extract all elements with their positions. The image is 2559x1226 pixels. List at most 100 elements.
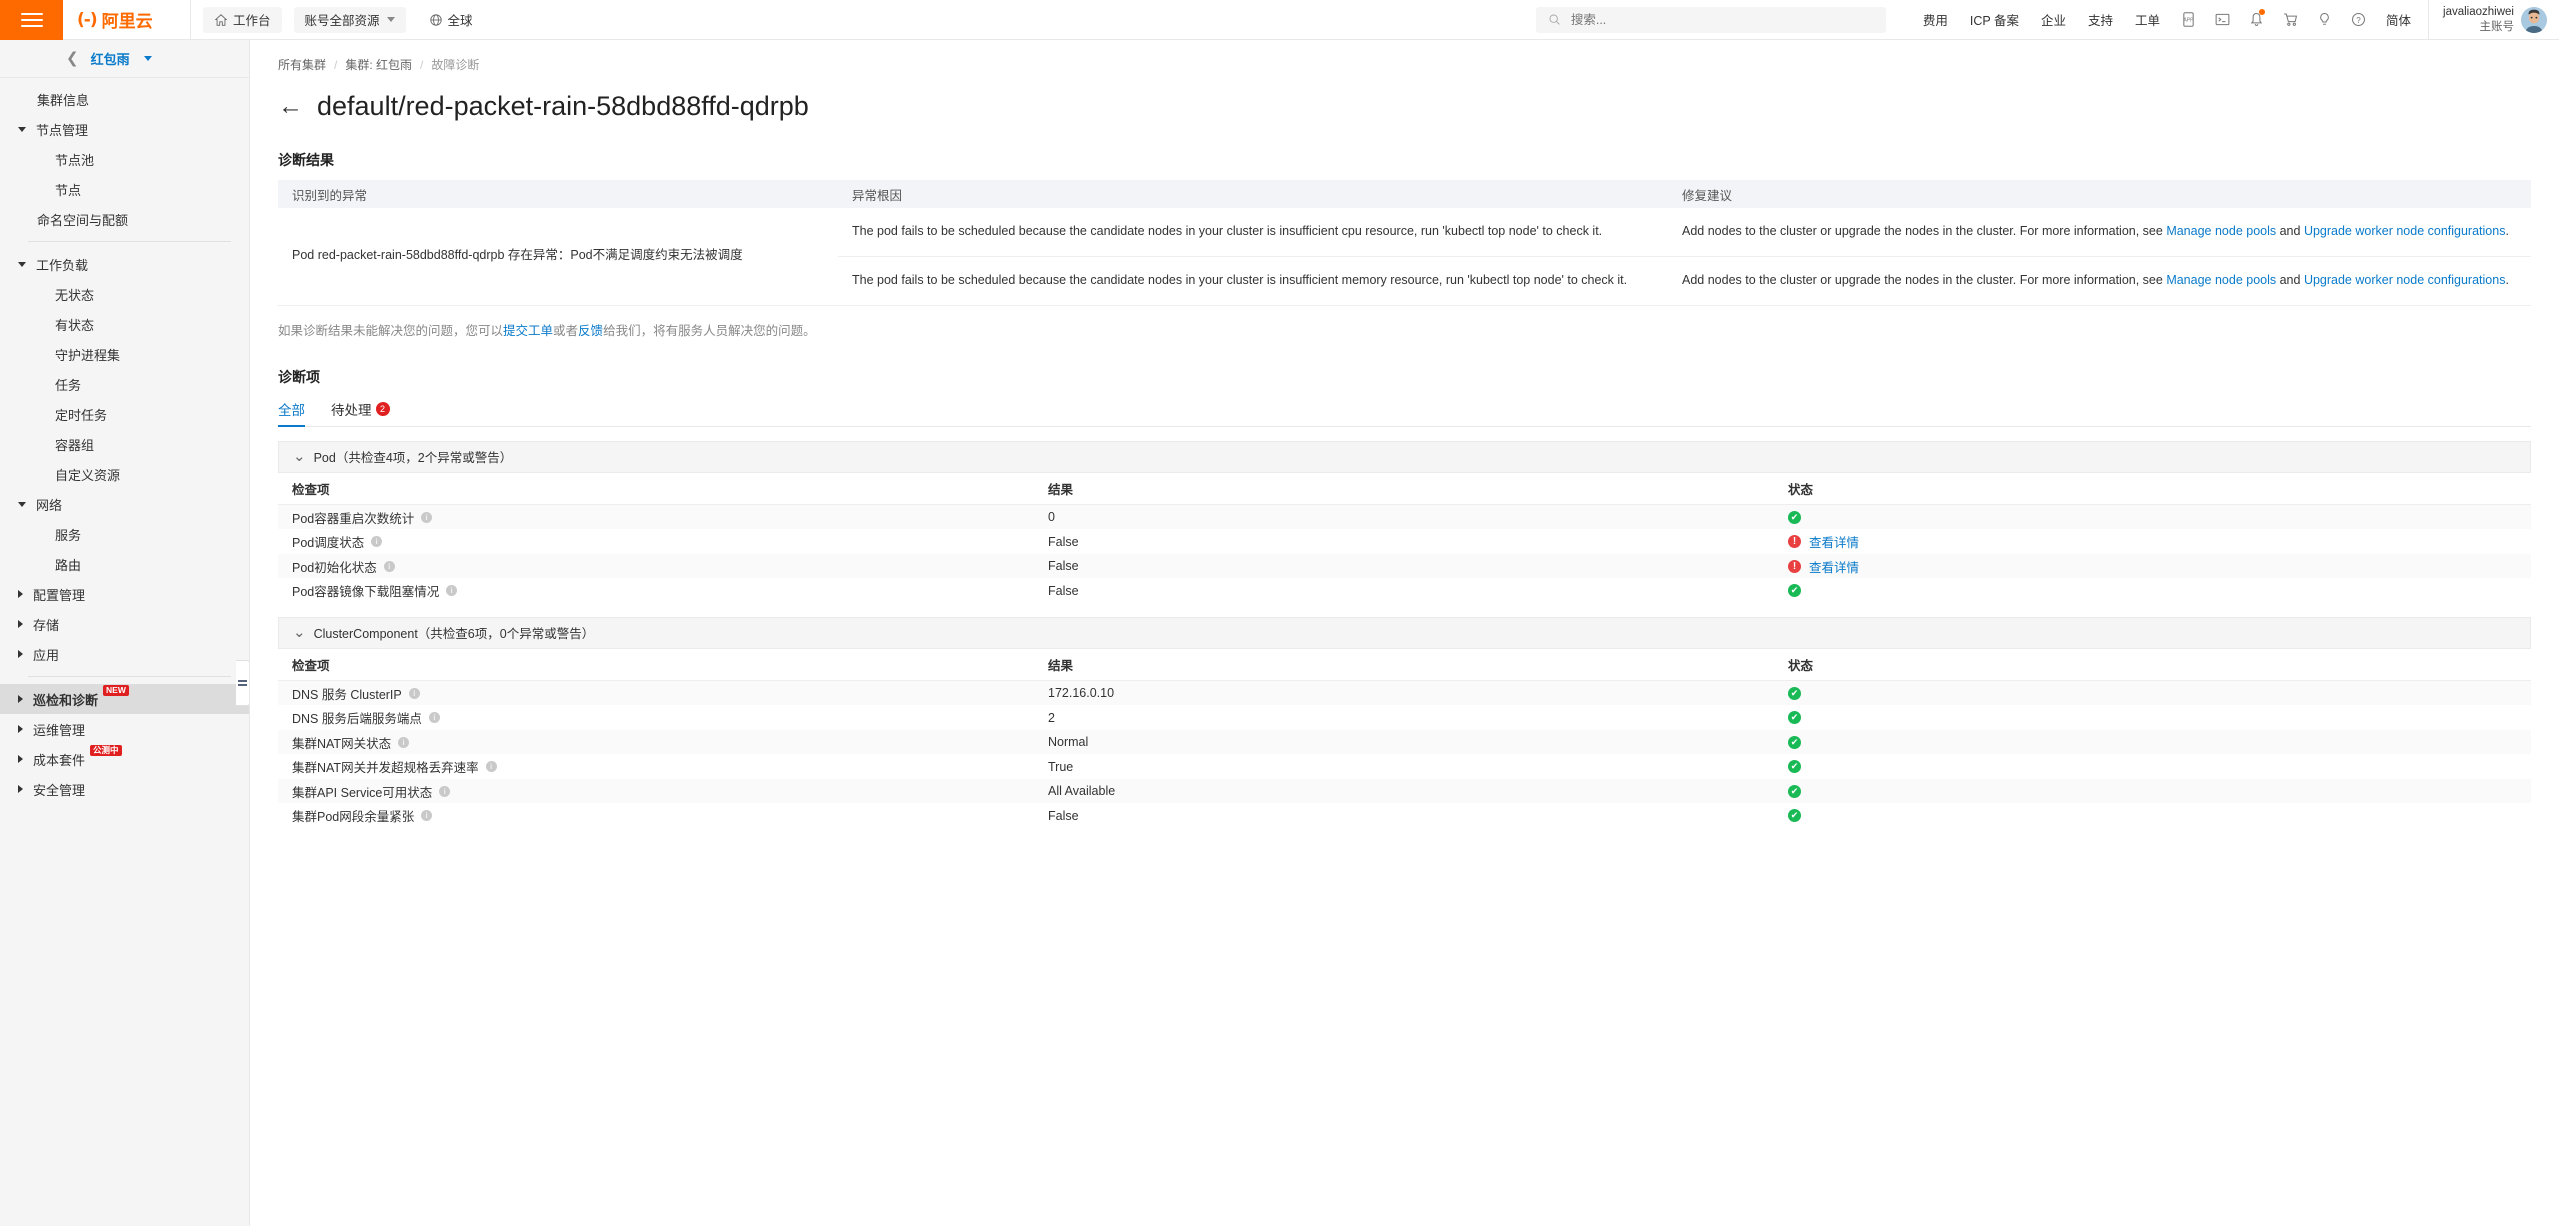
sidebar-item-21[interactable]: 巡检和诊断NEW <box>0 684 249 714</box>
sidebar-item-0[interactable]: 集群信息 <box>0 84 249 114</box>
sidebar-item-14[interactable]: 网络 <box>0 489 249 519</box>
manage-node-pools-link[interactable]: Manage node pools <box>2166 273 2276 287</box>
info-icon[interactable]: i <box>428 712 440 723</box>
header-link-icp[interactable]: ICP 备案 <box>1959 10 2030 29</box>
info-icon[interactable]: i <box>398 736 410 748</box>
accordion-header-0[interactable]: ⌄ Pod（共检查4项，2个异常或警告） <box>278 440 2531 473</box>
cluster-selector[interactable]: ❮ 红包雨 <box>0 40 249 78</box>
sidebar-item-tag: 公测中 <box>90 745 122 757</box>
sidebar-item-2[interactable]: 节点池 <box>0 144 249 174</box>
sidebar-item-9[interactable]: 守护进程集 <box>0 339 249 369</box>
info-icon[interactable]: i <box>371 536 383 547</box>
tab-0[interactable]: 全部 <box>278 399 305 427</box>
upgrade-worker-node-link[interactable]: Upgrade worker node configurations <box>2304 273 2506 287</box>
chevron-down-icon <box>18 261 26 267</box>
info-icon[interactable]: i <box>421 810 433 821</box>
accordion-header-1[interactable]: ⌄ ClusterComponent（共检查6项，0个异常或警告） <box>278 616 2531 649</box>
diagnosis-result-heading: 诊断结果 <box>278 152 334 168</box>
view-detail-link[interactable]: 查看详情 <box>1809 557 1859 576</box>
sidebar-item-17[interactable]: 配置管理 <box>0 579 249 609</box>
check-name-cell: DNS 服务 ClusterIP i <box>278 684 1048 703</box>
resource-scope-selector[interactable]: 账号全部资源 <box>293 6 406 33</box>
sidebar-item-label: 服务 <box>55 527 82 543</box>
info-icon[interactable]: i <box>446 585 458 596</box>
sidebar-item-8[interactable]: 有状态 <box>0 309 249 339</box>
sidebar-item-22[interactable]: 运维管理 <box>0 714 249 744</box>
cloudshell-button[interactable] <box>2205 0 2239 40</box>
language-selector[interactable]: 简体 <box>2375 10 2422 29</box>
global-search-box[interactable] <box>1535 6 1886 33</box>
sidebar-item-label: 集群信息 <box>37 92 90 108</box>
sidebar-item-3[interactable]: 节点 <box>0 174 249 204</box>
sidebar-item-7[interactable]: 无状态 <box>0 279 249 309</box>
submit-ticket-link[interactable]: 提交工单 <box>503 324 553 338</box>
cart-button[interactable] <box>2273 0 2307 40</box>
breadcrumb-item-0[interactable]: 所有集群 <box>278 56 326 73</box>
diagnosis-result-table-header: 识别到的异常 异常根因 修复建议 <box>278 180 2531 208</box>
header-link-support[interactable]: 支持 <box>2077 10 2124 29</box>
workbench-button[interactable]: 工作台 <box>203 6 282 33</box>
sidebar-item-1[interactable]: 节点管理 <box>0 114 249 144</box>
sidebar-item-11[interactable]: 定时任务 <box>0 399 249 429</box>
sidebar-item-12[interactable]: 容器组 <box>0 429 249 459</box>
back-arrow-icon[interactable]: ← <box>278 94 303 119</box>
info-icon[interactable]: i <box>439 785 451 797</box>
column-header-2: 状态 <box>1788 482 1814 497</box>
aliyun-logo[interactable]: (-) 阿里云 <box>63 0 191 40</box>
check-name: DNS 服务 ClusterIP <box>292 687 402 702</box>
header-link-ticket[interactable]: 工单 <box>2124 10 2171 29</box>
sidebar-item-19[interactable]: 应用 <box>0 639 249 669</box>
header-link-enterprise[interactable]: 企业 <box>2030 10 2077 29</box>
header-link-fee[interactable]: 费用 <box>1912 10 1959 29</box>
chevron-right-icon <box>18 650 23 658</box>
sidebar-item-24[interactable]: 安全管理 <box>0 774 249 804</box>
diagnosis-items-tabs: 全部 待处理 2 <box>278 397 2531 427</box>
sidebar-collapse-handle[interactable] <box>236 660 249 706</box>
status-error-icon: ! <box>1788 535 1801 548</box>
sidebar-item-13[interactable]: 自定义资源 <box>0 459 249 489</box>
check-name: Pod调度状态 <box>292 536 365 550</box>
breadcrumb-item-1[interactable]: 集群: 红包雨 <box>345 56 412 73</box>
status-ok-icon: ✔ <box>1788 711 1801 724</box>
tab-1[interactable]: 待处理 2 <box>331 399 390 426</box>
notifications-button[interactable] <box>2239 0 2273 40</box>
top-header-bar: (-) 阿里云 工作台 账号全部资源 全球 费用 ICP 备案 企业 支持 工单… <box>0 0 2559 40</box>
sidebar-item-label: 命名空间与配额 <box>37 212 129 228</box>
breadcrumb: 所有集群 / 集群: 红包雨 / 故障诊断 <box>250 40 2559 73</box>
sidebar-item-4[interactable]: 命名空间与配额 <box>0 204 249 234</box>
back-chevron-icon[interactable]: ❮ <box>66 51 79 66</box>
search-input[interactable] <box>1568 11 1874 28</box>
check-status-cell: ✔ <box>1788 584 2531 597</box>
sidebar-item-16[interactable]: 路由 <box>0 549 249 579</box>
info-icon[interactable]: i <box>383 560 395 572</box>
check-status-cell: ✔ <box>1788 760 2531 773</box>
table-row: Pod容器重启次数统计 i 0 ✔ <box>278 504 2531 530</box>
feedback-link[interactable]: 反馈 <box>578 324 603 338</box>
spacer-icon <box>18 99 27 100</box>
sidebar-item-23[interactable]: 成本套件公测中 <box>0 744 249 774</box>
cause-advice-rows: The pod fails to be scheduled because th… <box>838 208 2531 306</box>
sidebar-item-10[interactable]: 任务 <box>0 369 249 399</box>
check-name: DNS 服务后端服务端点 <box>292 712 422 726</box>
check-result-cell: False <box>1048 534 1079 549</box>
sidebar-item-6[interactable]: 工作负载 <box>0 249 249 279</box>
breadcrumb-separator: / <box>334 57 338 72</box>
table-row: Pod容器镜像下载阻塞情况 i False ✔ <box>278 578 2531 603</box>
user-account-menu[interactable]: javaliaozhiwei 主账号 <box>2428 0 2559 40</box>
diagnosis-result-row: The pod fails to be scheduled because th… <box>838 257 2531 306</box>
region-selector[interactable]: 全球 <box>418 7 484 33</box>
manage-node-pools-link[interactable]: Manage node pools <box>2166 224 2276 238</box>
app-button[interactable]: APP <box>2171 0 2205 40</box>
info-icon[interactable]: i <box>421 511 433 523</box>
info-icon[interactable]: i <box>485 761 497 772</box>
workbench-label: 工作台 <box>233 14 271 28</box>
sidebar-item-18[interactable]: 存储 <box>0 609 249 639</box>
view-detail-link[interactable]: 查看详情 <box>1809 532 1859 551</box>
status-ok-icon: ✔ <box>1788 686 1801 700</box>
help-button[interactable]: ? <box>2341 0 2375 40</box>
upgrade-worker-node-link[interactable]: Upgrade worker node configurations <box>2304 224 2506 238</box>
info-icon[interactable]: i <box>408 687 420 699</box>
sidebar-item-15[interactable]: 服务 <box>0 519 249 549</box>
suggestion-button[interactable] <box>2307 0 2341 40</box>
main-menu-button[interactable] <box>0 0 63 40</box>
